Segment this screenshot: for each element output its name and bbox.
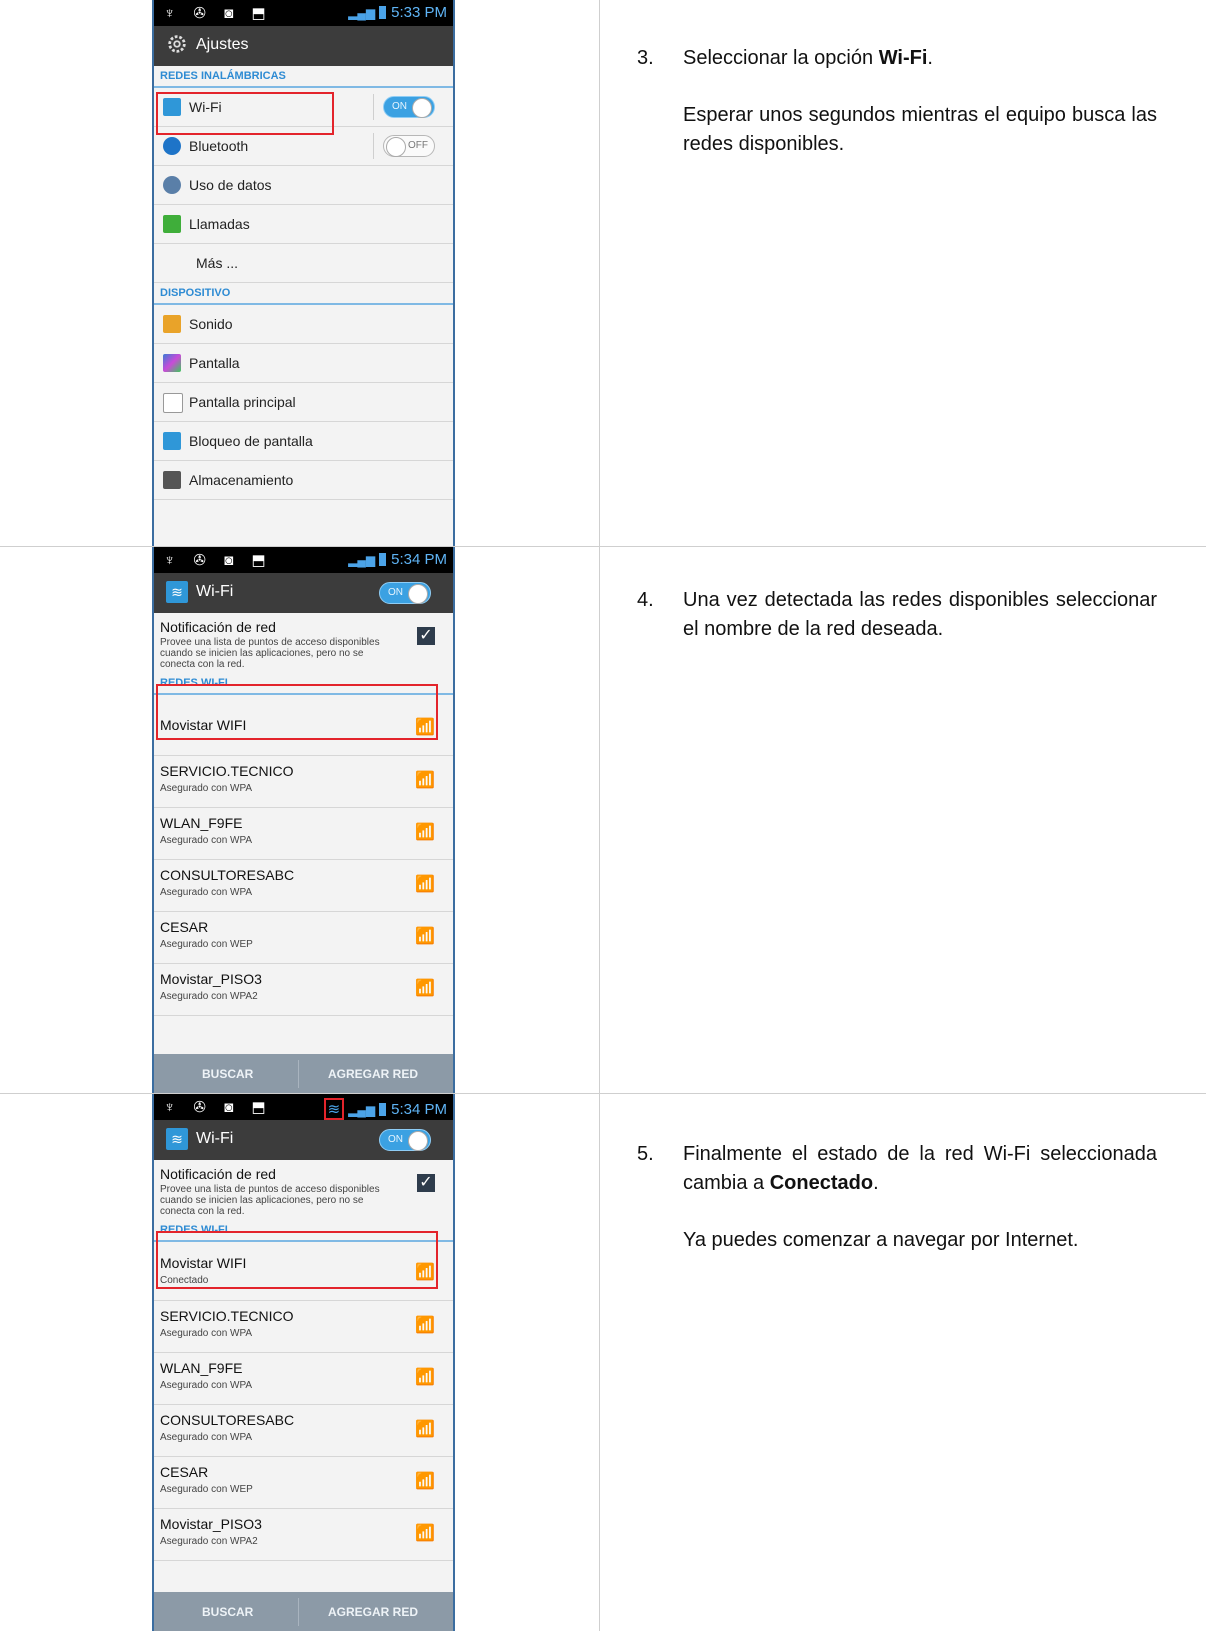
signal-icon: ▂▄▆: [348, 1103, 376, 1117]
network-item[interactable]: CONSULTORESABC Asegurado con WPA 📶: [154, 1405, 453, 1457]
home-icon: [163, 393, 183, 413]
battery-icon: [379, 1103, 387, 1116]
network-item[interactable]: Movistar_PISO3 Asegurado con WPA2 📶: [154, 964, 453, 1016]
wifi-lock-icon: 📶: [415, 1473, 435, 1490]
phone-screenshot-wifi-connected: ♆ ✇ ◙ ⬒ ≋ ▂▄▆ 5:34 PM ≋ Wi-Fi ON Notificac…: [152, 1094, 455, 1631]
bottom-action-bar: BUSCAR AGREGAR RED: [154, 1054, 453, 1093]
settings-item-display[interactable]: Pantalla: [154, 344, 453, 383]
scan-button[interactable]: BUSCAR: [202, 1067, 253, 1081]
network-item[interactable]: CESAR Asegurado con WEP 📶: [154, 1457, 453, 1509]
display-icon: [163, 354, 181, 372]
wifi-lock-icon: 📶: [415, 772, 435, 789]
clock: 5:34 PM: [391, 551, 447, 568]
battery-icon: [379, 553, 387, 566]
network-item[interactable]: SERVICIO.TECNICO Asegurado con WPA 📶: [154, 1301, 453, 1353]
checkbox-checked-icon[interactable]: ✓: [417, 627, 435, 645]
wifi-lock-icon: 📶: [415, 980, 435, 997]
phone-icon: [163, 215, 181, 233]
wifi-icon: ≋: [166, 1128, 188, 1150]
page-title: Ajustes: [196, 36, 249, 53]
wifi-toggle[interactable]: ON: [379, 1129, 431, 1151]
network-item[interactable]: Movistar_PISO3 Asegurado con WPA2 📶: [154, 1509, 453, 1561]
step-4-instructions: 4. Una vez detectada las redes disponibl…: [637, 589, 1157, 640]
page-title: Wi-Fi: [196, 1130, 234, 1147]
data-usage-icon: [163, 176, 181, 194]
scan-button[interactable]: BUSCAR: [202, 1605, 253, 1619]
section-header-wireless: REDES INALÁMBRICAS: [154, 66, 453, 88]
section-header-device: DISPOSITIVO: [154, 283, 453, 305]
highlight-box: [156, 684, 438, 740]
settings-item-home-screen[interactable]: Pantalla principal: [154, 383, 453, 422]
signal-icon: ▂▄▆: [348, 6, 376, 20]
add-network-button[interactable]: AGREGAR RED: [328, 1067, 418, 1081]
settings-item-sound[interactable]: Sonido: [154, 305, 453, 344]
step-3-instructions: 3. Seleccionar la opción Wi-Fi. Esperar …: [637, 47, 1157, 155]
network-item[interactable]: WLAN_F9FE Asegurado con WPA 📶: [154, 1353, 453, 1405]
settings-item-more[interactable]: Más ...: [154, 244, 453, 283]
battery-icon: [379, 6, 387, 19]
notification-icons: ♆ ✇ ◙ ⬒: [164, 5, 273, 22]
settings-item-lock-screen[interactable]: Bloqueo de pantalla: [154, 422, 453, 461]
sound-icon: [163, 315, 181, 333]
signal-icon: ▂▄▆: [348, 553, 376, 567]
wifi-lock-icon: 📶: [415, 824, 435, 841]
checkbox-checked-icon[interactable]: ✓: [417, 1174, 435, 1192]
status-bar: ♆ ✇ ◙ ⬒ ▂▄▆ 5:33 PM: [154, 0, 453, 26]
wifi-lock-icon: 📶: [415, 1525, 435, 1542]
status-bar: ♆ ✇ ◙ ⬒ ≋ ▂▄▆ 5:34 PM: [154, 1094, 453, 1120]
clock: 5:33 PM: [391, 4, 447, 21]
storage-icon: [163, 471, 181, 489]
status-bar: ♆ ✇ ◙ ⬒ ▂▄▆ 5:34 PM: [154, 547, 453, 573]
gear-icon: [168, 35, 186, 53]
app-bar: Ajustes: [154, 26, 453, 66]
network-item[interactable]: CESAR Asegurado con WEP 📶: [154, 912, 453, 964]
bottom-action-bar: BUSCAR AGREGAR RED: [154, 1592, 453, 1631]
step-5-instructions: 5. Finalmente el estado de la red Wi-Fi …: [637, 1143, 1157, 1251]
wifi-lock-icon: 📶: [415, 1421, 435, 1438]
highlight-box: [156, 1231, 438, 1289]
clock: 5:34 PM: [391, 1101, 447, 1118]
phone-screenshot-settings: ♆ ✇ ◙ ⬒ ▂▄▆ 5:33 PM Ajustes REDES INALÁMB…: [152, 0, 455, 546]
page-title: Wi-Fi: [196, 583, 234, 600]
highlight-box: [156, 92, 334, 135]
lock-grid-icon: [163, 432, 181, 450]
network-item[interactable]: CONSULTORESABC Asegurado con WPA 📶: [154, 860, 453, 912]
settings-item-calls[interactable]: Llamadas: [154, 205, 453, 244]
app-bar: ≋ Wi-Fi ON: [154, 573, 453, 613]
wifi-toggle[interactable]: ON: [383, 96, 435, 118]
wifi-toggle[interactable]: ON: [379, 582, 431, 604]
wifi-lock-icon: 📶: [415, 1317, 435, 1334]
settings-item-storage[interactable]: Almacenamiento: [154, 461, 453, 500]
network-item[interactable]: WLAN_F9FE Asegurado con WPA 📶: [154, 808, 453, 860]
bluetooth-toggle[interactable]: OFF: [383, 135, 435, 157]
app-bar: ≋ Wi-Fi ON: [154, 1120, 453, 1160]
wifi-lock-icon: 📶: [415, 876, 435, 893]
wifi-lock-icon: 📶: [415, 928, 435, 945]
bluetooth-icon: [163, 137, 181, 155]
network-notification-option[interactable]: Notificación de red Provee una lista de …: [154, 1160, 453, 1220]
network-item[interactable]: SERVICIO.TECNICO Asegurado con WPA 📶: [154, 756, 453, 808]
wifi-lock-icon: 📶: [415, 1369, 435, 1386]
network-notification-option[interactable]: Notificación de red Provee una lista de …: [154, 613, 453, 673]
wifi-icon: ≋: [166, 581, 188, 603]
add-network-button[interactable]: AGREGAR RED: [328, 1605, 418, 1619]
wifi-connected-indicator-icon: ≋: [323, 1098, 345, 1120]
phone-screenshot-wifi-list: ♆ ✇ ◙ ⬒ ▂▄▆ 5:34 PM ≋ Wi-Fi ON Notificaci…: [152, 547, 455, 1093]
column-divider: [599, 0, 600, 1631]
settings-item-data-usage[interactable]: Uso de datos: [154, 166, 453, 205]
